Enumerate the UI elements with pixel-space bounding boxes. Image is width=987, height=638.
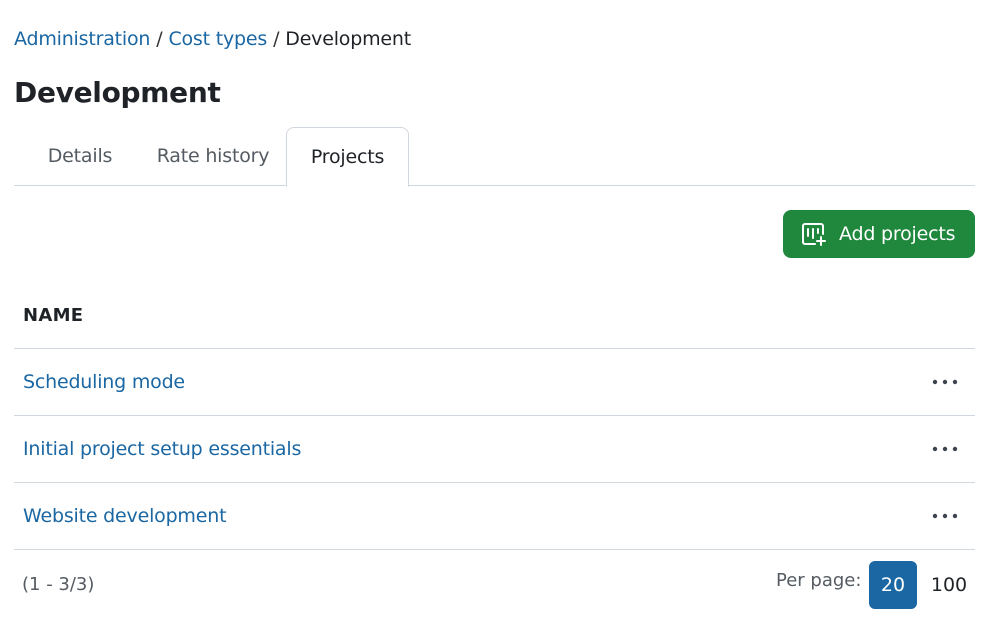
table-row: Scheduling mode <box>14 349 975 416</box>
column-header-name[interactable]: NAME <box>14 283 975 349</box>
breadcrumb-separator: / <box>156 28 163 50</box>
breadcrumb-administration[interactable]: Administration <box>14 28 150 50</box>
breadcrumb-separator: / <box>273 28 280 50</box>
project-add-icon <box>801 221 827 247</box>
more-actions-icon[interactable] <box>931 370 959 394</box>
per-page-option-100[interactable]: 100 <box>923 561 975 609</box>
tab-projects[interactable]: Projects <box>286 127 409 187</box>
tab-details[interactable]: Details <box>24 127 136 186</box>
add-projects-label: Add projects <box>839 223 956 245</box>
more-actions-icon[interactable] <box>931 504 959 528</box>
tab-bar: Details Rate history Projects <box>14 127 975 187</box>
breadcrumb: Administration / Cost types / Development <box>14 26 411 52</box>
pagination: (1 - 3/3) Per page: 20 100 <box>14 560 975 610</box>
tab-rate-history[interactable]: Rate history <box>138 127 288 186</box>
per-page-label: Per page: <box>776 570 862 591</box>
project-link[interactable]: Website development <box>23 505 227 527</box>
per-page-option-20[interactable]: 20 <box>869 561 917 609</box>
projects-table: NAME Scheduling mode Initial project set… <box>14 283 975 550</box>
result-range: (1 - 3/3) <box>22 574 95 595</box>
more-actions-icon[interactable] <box>931 437 959 461</box>
breadcrumb-cost-types[interactable]: Cost types <box>168 28 267 50</box>
table-row: Website development <box>14 483 975 550</box>
project-link[interactable]: Scheduling mode <box>23 371 185 393</box>
table-row: Initial project setup essentials <box>14 416 975 483</box>
page-title: Development <box>14 76 221 109</box>
project-link[interactable]: Initial project setup essentials <box>23 438 301 460</box>
add-projects-button[interactable]: Add projects <box>783 210 975 258</box>
breadcrumb-current: Development <box>285 28 411 50</box>
